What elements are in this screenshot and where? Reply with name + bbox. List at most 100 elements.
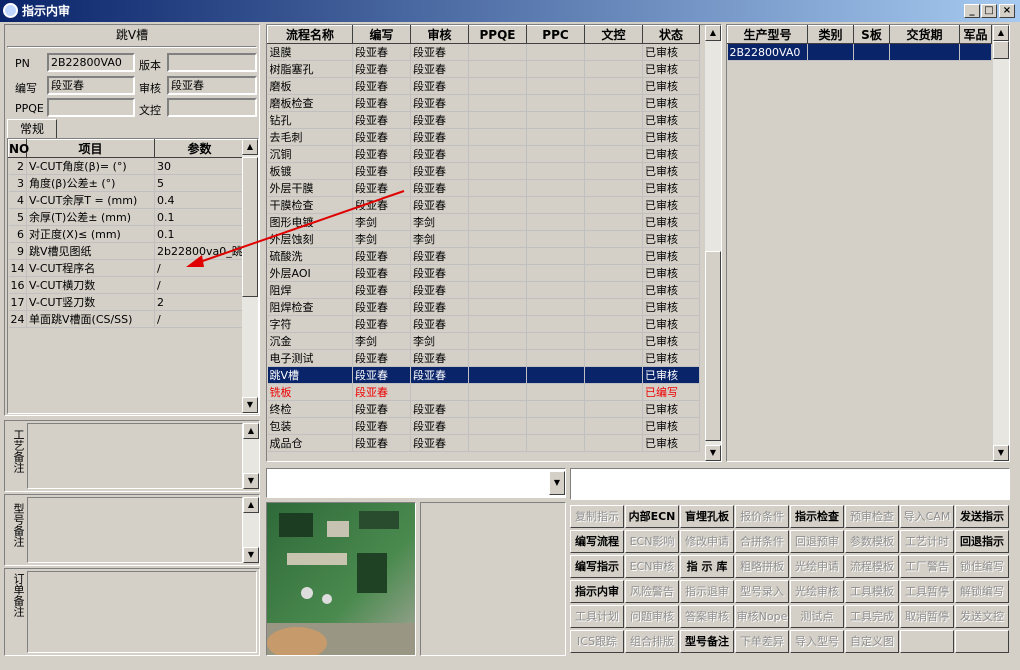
action-button[interactable]: ECN审核: [625, 555, 679, 578]
action-button[interactable]: 工艺计时: [900, 530, 954, 553]
version-field[interactable]: [167, 53, 257, 72]
action-button[interactable]: 修改申请: [680, 530, 734, 553]
flow-select[interactable]: ▼: [266, 468, 566, 498]
process-note-text[interactable]: [27, 423, 243, 489]
scroll-down-icon[interactable]: ▼: [243, 547, 259, 563]
action-button[interactable]: 编写流程: [570, 530, 624, 553]
flow-row[interactable]: 终检 段亚春 段亚春 已审核: [267, 400, 700, 418]
flow-row[interactable]: 沉铜 段亚春 段亚春 已审核: [267, 145, 700, 163]
flow-row[interactable]: 跳V槽 段亚春 段亚春 已审核: [267, 366, 700, 384]
flow-row[interactable]: 钻孔 段亚春 段亚春 已审核: [267, 111, 700, 129]
action-button[interactable]: 工厂警告: [900, 555, 954, 578]
action-button[interactable]: 内部ECN: [625, 505, 679, 528]
action-button[interactable]: 盲埋孔板: [680, 505, 734, 528]
model-note-scrollbar[interactable]: ▲ ▼: [243, 497, 259, 563]
action-button[interactable]: 解锁编写: [955, 580, 1009, 603]
action-button[interactable]: 光绘申请: [790, 555, 844, 578]
audit-field[interactable]: 段亚春: [167, 76, 257, 95]
scroll-up-icon[interactable]: ▲: [243, 423, 259, 439]
flow-row[interactable]: 板镀 段亚春 段亚春 已审核: [267, 162, 700, 180]
action-button[interactable]: 型号备注: [680, 630, 734, 653]
flow-row[interactable]: 沉金 李剑 李剑 已审核: [267, 332, 700, 350]
order-scrollbar[interactable]: ▲ ▼: [993, 25, 1009, 461]
flow-row[interactable]: 磨板检查 段亚春 段亚春 已审核: [267, 94, 700, 112]
action-button[interactable]: 工具暂停: [900, 580, 954, 603]
action-button[interactable]: 测试点: [790, 605, 844, 628]
param-row[interactable]: 16 V-CUT横刀数 /: [8, 276, 245, 294]
action-button[interactable]: 指 示 库: [680, 555, 734, 578]
action-button[interactable]: 复制指示: [570, 505, 624, 528]
action-button[interactable]: 回退预审: [790, 530, 844, 553]
flow-row[interactable]: 阻焊检查 段亚春 段亚春 已审核: [267, 298, 700, 316]
model-note-text[interactable]: [27, 497, 243, 563]
scroll-down-icon[interactable]: ▼: [242, 397, 258, 413]
action-button[interactable]: 指示内审: [570, 580, 624, 603]
action-button[interactable]: 组合排版: [625, 630, 679, 653]
action-button[interactable]: 审核Nope: [735, 605, 789, 628]
flow-row[interactable]: 包装 段亚春 段亚春 已审核: [267, 417, 700, 435]
action-button[interactable]: 下单差异: [735, 630, 789, 653]
order-col-header[interactable]: 军品: [959, 25, 992, 44]
process-note-scrollbar[interactable]: ▲ ▼: [243, 423, 259, 489]
message-box[interactable]: [570, 468, 1010, 500]
param-row[interactable]: 2 V-CUT角度(β)= (°) 30: [8, 157, 245, 175]
flow-row[interactable]: 电子测试 段亚春 段亚春 已审核: [267, 349, 700, 367]
action-button[interactable]: 工具完成: [845, 605, 899, 628]
flow-row[interactable]: 去毛刺 段亚春 段亚春 已审核: [267, 128, 700, 146]
action-button[interactable]: 光绘审核: [790, 580, 844, 603]
action-button[interactable]: 报价条件: [735, 505, 789, 528]
action-button[interactable]: 回退指示: [955, 530, 1009, 553]
action-button[interactable]: 发送指示: [955, 505, 1009, 528]
tab-general[interactable]: 常规: [7, 119, 57, 139]
action-button[interactable]: [900, 630, 954, 653]
scroll-thumb[interactable]: [993, 41, 1009, 59]
action-button[interactable]: 风险警告: [625, 580, 679, 603]
order-note-text[interactable]: [27, 571, 257, 653]
flow-col-header[interactable]: 状态: [642, 25, 700, 44]
action-button[interactable]: 问题审核: [625, 605, 679, 628]
param-scrollbar[interactable]: ▲ ▼: [242, 139, 258, 413]
action-button[interactable]: 工具计划: [570, 605, 624, 628]
action-button[interactable]: 工具模板: [845, 580, 899, 603]
action-button[interactable]: 指示退审: [680, 580, 734, 603]
scroll-up-icon[interactable]: ▲: [705, 25, 721, 41]
action-button[interactable]: 参数模板: [845, 530, 899, 553]
action-button[interactable]: 导入CAM: [900, 505, 954, 528]
action-button[interactable]: 答案审核: [680, 605, 734, 628]
scroll-up-icon[interactable]: ▲: [242, 139, 258, 155]
flow-row[interactable]: 铣板 段亚春 已编写: [267, 383, 700, 401]
action-button[interactable]: 自定义图: [845, 630, 899, 653]
flow-row[interactable]: 树脂塞孔 段亚春 段亚春 已审核: [267, 60, 700, 78]
action-button[interactable]: [955, 630, 1009, 653]
col-no[interactable]: NO: [8, 139, 29, 158]
action-button[interactable]: 发送文控: [955, 605, 1009, 628]
flow-col-header[interactable]: 编写: [352, 25, 411, 44]
order-col-header[interactable]: 类别: [807, 25, 854, 44]
action-button[interactable]: 编写指示: [570, 555, 624, 578]
flow-col-header[interactable]: 审核: [410, 25, 469, 44]
scroll-up-icon[interactable]: ▲: [993, 25, 1009, 41]
pn-field[interactable]: 2B22800VA0: [47, 53, 135, 72]
action-button[interactable]: ECN影响: [625, 530, 679, 553]
order-col-header[interactable]: 生产型号: [727, 25, 808, 44]
scroll-down-icon[interactable]: ▼: [705, 445, 721, 461]
scroll-down-icon[interactable]: ▼: [243, 473, 259, 489]
flow-col-header[interactable]: 流程名称: [267, 25, 353, 44]
scroll-thumb[interactable]: [705, 251, 721, 441]
action-button[interactable]: 锁住编写: [955, 555, 1009, 578]
action-button[interactable]: ICS跟踪: [570, 630, 624, 653]
action-button[interactable]: 合拼条件: [735, 530, 789, 553]
scroll-up-icon[interactable]: ▲: [243, 497, 259, 513]
maximize-button[interactable]: □: [981, 4, 997, 18]
writer-field[interactable]: 段亚春: [47, 76, 135, 95]
action-button[interactable]: 指示检查: [790, 505, 844, 528]
col-param[interactable]: 参数: [154, 139, 245, 158]
minimize-button[interactable]: _: [964, 4, 980, 18]
flow-row[interactable]: 成品仓 段亚春 段亚春 已审核: [267, 434, 700, 452]
scroll-down-icon[interactable]: ▼: [993, 445, 1009, 461]
ppqe-field[interactable]: [47, 98, 135, 117]
doccontrol-field[interactable]: [167, 98, 257, 117]
action-button[interactable]: 粗略拼板: [735, 555, 789, 578]
flow-row[interactable]: 磨板 段亚春 段亚春 已审核: [267, 77, 700, 95]
action-button[interactable]: 型号录入: [735, 580, 789, 603]
